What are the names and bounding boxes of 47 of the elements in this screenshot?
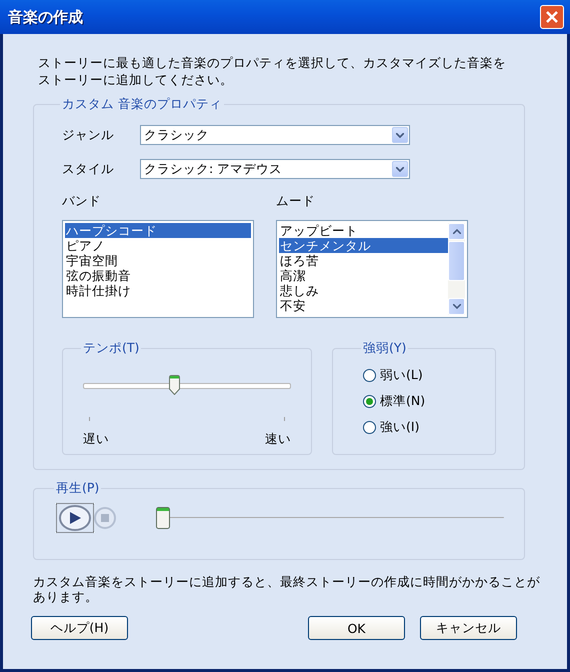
play-button[interactable] bbox=[56, 503, 94, 533]
intro-text: ストーリーに最も適した音楽のプロパティを選択して、カスタマイズした音楽をストーリーに追加してください。 bbox=[38, 54, 507, 88]
list-item[interactable]: アップビート bbox=[279, 223, 448, 238]
radio-button[interactable] bbox=[363, 395, 376, 408]
radio-label[interactable]: 標準(N) bbox=[380, 393, 426, 410]
scrollbar[interactable] bbox=[448, 223, 465, 315]
list-item[interactable]: ピアノ bbox=[65, 238, 251, 253]
close-button[interactable] bbox=[540, 5, 564, 29]
list-label: ムード bbox=[276, 193, 316, 210]
list-item[interactable]: ハープシコード bbox=[65, 223, 251, 238]
list-item[interactable]: 時計仕掛け bbox=[65, 283, 251, 298]
slider[interactable] bbox=[83, 375, 291, 397]
list-item[interactable]: 不安 bbox=[279, 298, 448, 313]
caret-icon bbox=[396, 166, 404, 172]
group-title: 強弱(Y) bbox=[362, 340, 408, 357]
list-item[interactable]: 高潔 bbox=[279, 268, 448, 283]
slider-thumb[interactable] bbox=[169, 375, 180, 395]
close-icon bbox=[546, 11, 558, 23]
group-title: 再生(P) bbox=[55, 480, 100, 497]
radio-button[interactable] bbox=[363, 369, 376, 382]
window-title: 音楽の作成 bbox=[8, 8, 83, 26]
dialog-button[interactable]: ヘルプ(H) bbox=[31, 616, 128, 640]
dialog-button[interactable]: OK bbox=[308, 616, 405, 640]
seek-thumb[interactable] bbox=[156, 507, 170, 529]
seek-bar[interactable] bbox=[156, 507, 504, 529]
field-label: スタイル bbox=[62, 160, 115, 178]
dropdown[interactable]: クラシック: アマデウス bbox=[140, 159, 410, 179]
group-title: カスタム 音楽のプロパティ bbox=[61, 96, 223, 113]
list-item[interactable]: 弦の振動音 bbox=[65, 268, 251, 283]
slider-max-label: 速い bbox=[265, 431, 291, 448]
list-item[interactable]: 宇宙空間 bbox=[65, 253, 251, 268]
radio-button[interactable] bbox=[363, 421, 376, 434]
dropdown[interactable]: クラシック bbox=[140, 125, 410, 145]
radio-label[interactable]: 強い(I) bbox=[380, 419, 420, 436]
radio-label[interactable]: 弱い(L) bbox=[380, 367, 423, 384]
list-item[interactable]: 悲しみ bbox=[279, 283, 448, 298]
list-item[interactable]: ほろ苦 bbox=[279, 253, 448, 268]
caret-icon bbox=[396, 132, 404, 138]
list-label: バンド bbox=[62, 193, 102, 210]
slider-min-label: 遅い bbox=[83, 431, 109, 448]
field-label: ジャンル bbox=[62, 126, 115, 144]
list-item[interactable]: センチメンタル bbox=[279, 238, 448, 253]
group-title: テンポ(T) bbox=[82, 340, 140, 357]
list-box[interactable]: ハープシコード ピアノ 宇宙空間 弦の振動音 時計仕掛け bbox=[62, 220, 254, 318]
dialog-button[interactable]: キャンセル bbox=[420, 616, 517, 640]
note-text: カスタム音楽をストーリーに追加すると、最終ストーリーの作成に時間がかかることがあります。 bbox=[33, 574, 541, 604]
list-box[interactable]: アップビート センチメンタル ほろ苦 高潔 悲しみ 不安 bbox=[276, 220, 468, 318]
